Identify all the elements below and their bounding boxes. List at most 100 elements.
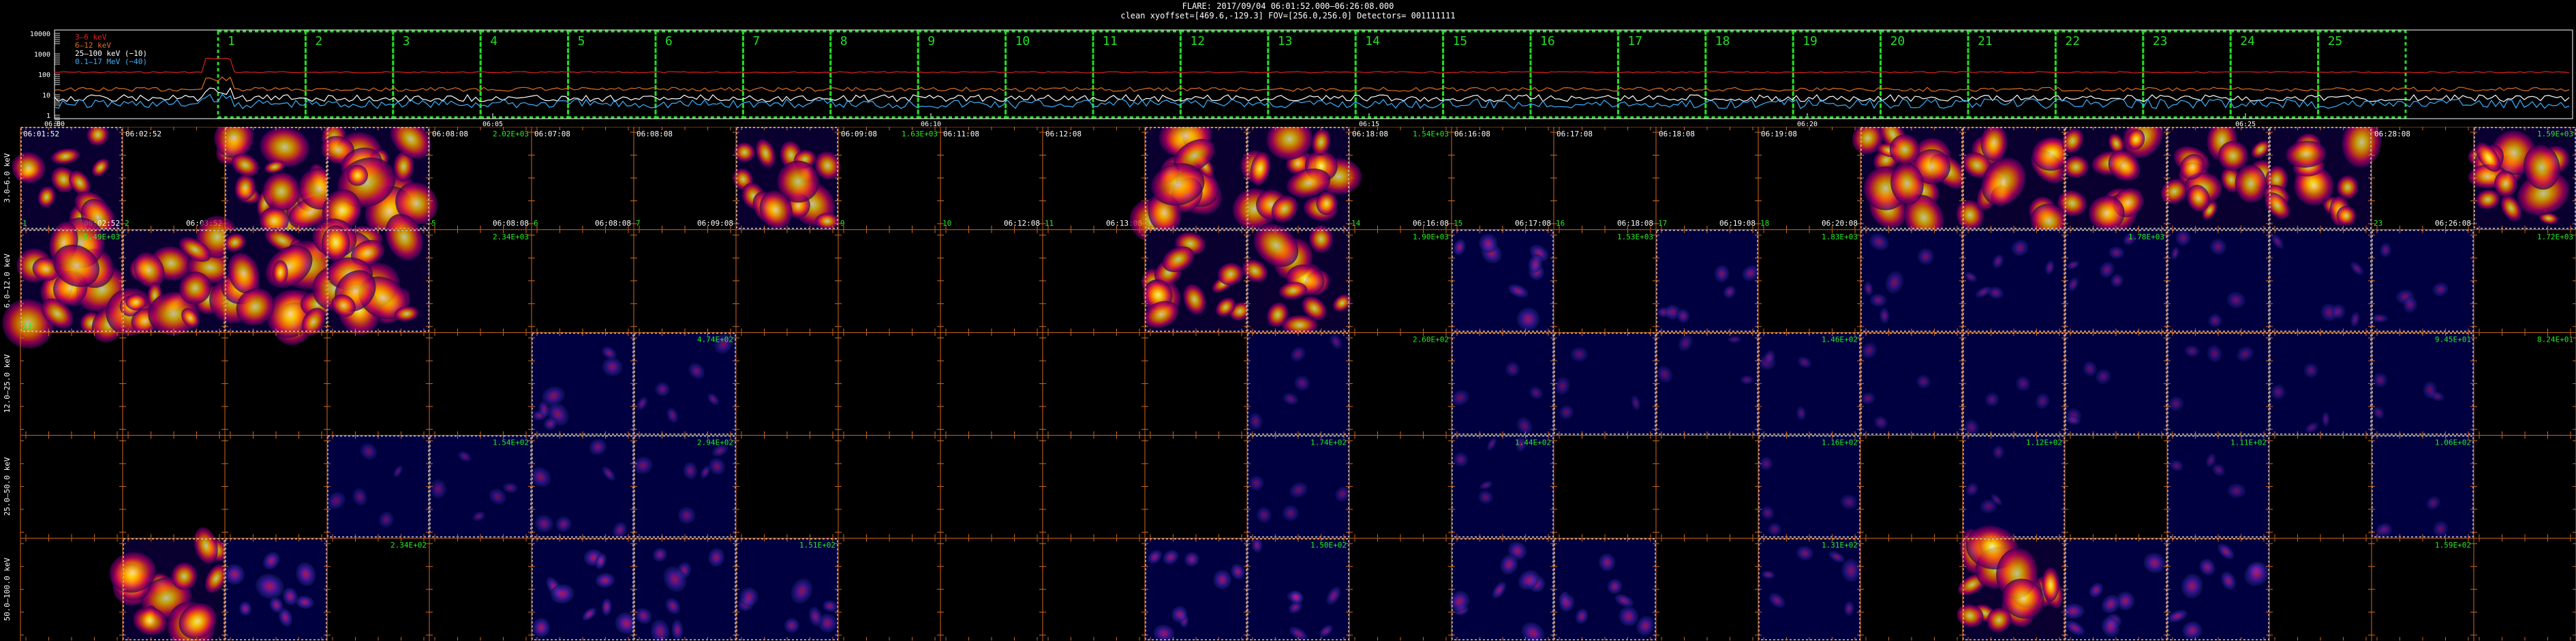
image-cell: [2061, 538, 2167, 641]
cell-max-value: 2.34E+02: [390, 541, 427, 550]
cell-start-time: 06:19:08: [1761, 130, 1797, 138]
image-cell: [2269, 538, 2372, 641]
energy-band-label: 50.0–100.0 keV: [3, 557, 12, 621]
image-cell: 06:11:08 06:12:08 10: [940, 127, 1043, 229]
interval-number: 17: [1627, 34, 1642, 48]
xtick-label: 06:15: [1359, 121, 1379, 127]
image-cell: [1145, 332, 1247, 435]
cell-index: 1: [22, 219, 27, 228]
xtick-label: 06:25: [2235, 121, 2256, 127]
image-cell: [838, 538, 940, 641]
image-background: [2372, 435, 2474, 538]
interval-number: 21: [1978, 34, 1993, 48]
image-cell: [736, 229, 838, 332]
ytick-label: 100: [38, 72, 50, 79]
image-background: [2167, 435, 2269, 538]
image-cell: [2474, 435, 2576, 538]
image-cell: [1956, 127, 2072, 239]
cell-start-time: 06:18:08: [1659, 130, 1695, 138]
cell-index: 18: [1760, 219, 1769, 228]
image-cell: [838, 435, 940, 538]
image-cell: [1449, 538, 1554, 641]
image-cell: [1043, 538, 1145, 641]
cell-max-value: 1.90E+03: [1413, 233, 1449, 241]
cell-start-time: 06:01:52: [23, 130, 59, 138]
interval-number: 19: [1803, 34, 1818, 48]
image-cell: [733, 127, 841, 230]
image-cell: 1.83E+03: [1758, 229, 1860, 332]
image-cell: [1852, 127, 1968, 241]
cell-max-value: 1.54E+02: [493, 438, 529, 447]
image-cell: [1860, 332, 1963, 435]
cell-start-time: 06:16:08: [1454, 130, 1490, 138]
interval-number: 13: [1278, 34, 1293, 48]
cell-index: 17: [1658, 219, 1667, 228]
image-background: [1452, 332, 1554, 435]
image-cell: [20, 435, 123, 538]
image-cell: [1141, 229, 1251, 332]
image-cell: [2269, 229, 2372, 332]
cell-index: 23: [22, 322, 31, 331]
image-cell: [1554, 332, 1656, 435]
interval-number: 9: [927, 34, 935, 48]
cell-max-value: 1.53E+03: [1617, 233, 1653, 241]
image-cell: 06:16:08 06:17:08 15: [1452, 127, 1554, 229]
image-cell: [224, 538, 327, 641]
image-cell: 2.34E+03: [429, 229, 532, 332]
energy-band-label: 3.0–6.0 keV: [3, 153, 12, 203]
interval-number: 25: [2328, 34, 2343, 48]
image-cell: [1043, 332, 1145, 435]
cell-start-time: 06:07:08: [534, 130, 570, 138]
image-cell: [634, 229, 736, 332]
image-cell: [1656, 538, 1758, 641]
cell-max-value: 2.34E+03: [493, 233, 529, 241]
interval-number: 24: [2240, 34, 2255, 48]
image-cell: 1.51E+02: [736, 538, 838, 641]
image-cell: 1.11E+02: [2167, 435, 2269, 538]
image-cell: [1656, 229, 1760, 332]
cell-max-value: 8.24E+01: [2537, 336, 2573, 344]
image-cell: [225, 332, 327, 435]
cell-max-value: 2.02E+03: [493, 130, 529, 138]
image-cell: [1554, 538, 1656, 641]
image-cell: [2057, 127, 2167, 232]
cell-max-value: 1.06E+02: [2435, 438, 2471, 447]
image-cell: [1043, 435, 1145, 538]
curve-6-12-kev: [54, 76, 2570, 92]
image-cell: [530, 435, 634, 539]
image-cell: [940, 538, 1043, 641]
image-cell: [1349, 538, 1452, 641]
cell-max-value: 1.31E+02: [1822, 541, 1858, 550]
interval-number: 23: [2153, 34, 2168, 48]
image-cell: 1.74E+02: [1247, 435, 1351, 538]
image-cell: [1963, 332, 2065, 436]
cell-max-value: 5.49E+03: [84, 233, 120, 241]
cell-end-time: 06:09:08: [697, 219, 733, 228]
cell-max-value: 4.74E+02: [697, 336, 733, 344]
image-cell: 06:08:08 06:08:08 2.02E+03 5: [429, 127, 532, 229]
xtick-label: 06:10: [921, 121, 941, 127]
image-cell: 4.74E+02: [634, 332, 736, 435]
plot-header: FLARE: 2017/09/04 06:01:52.000–06:26:08.…: [0, 0, 2576, 23]
image-background: [1758, 332, 1860, 435]
interval-number: 15: [1453, 34, 1468, 48]
image-cell: [940, 435, 1043, 538]
image-cell: 06:19:08 06:20:08 18: [1758, 127, 1860, 229]
image-cell: [2269, 435, 2372, 538]
cell-max-value: 1.72E+03: [2537, 233, 2573, 241]
image-cell: 8.24E+01: [2474, 332, 2576, 435]
cell-index: 2: [125, 219, 129, 228]
image-cell: 06:02:5206:03:522: [123, 127, 225, 229]
image-cell: 06:07:08 06:08:08 6: [532, 127, 634, 229]
cell-start-time: 06:28:08: [2374, 130, 2410, 138]
image-cell: [326, 435, 429, 538]
image-cell: [429, 332, 532, 435]
cell-index: 10: [942, 219, 951, 228]
cell-max-value: 1.59E+02: [2435, 541, 2471, 550]
image-cell: 1.90E+03: [1349, 229, 1452, 332]
image-cell: 1.16E+02: [1758, 435, 1860, 538]
cell-max-value: 1.16E+02: [1822, 438, 1858, 447]
image-cell: [1452, 229, 1554, 332]
ytick-label: 10: [42, 92, 50, 100]
image-cell: [2166, 538, 2269, 641]
